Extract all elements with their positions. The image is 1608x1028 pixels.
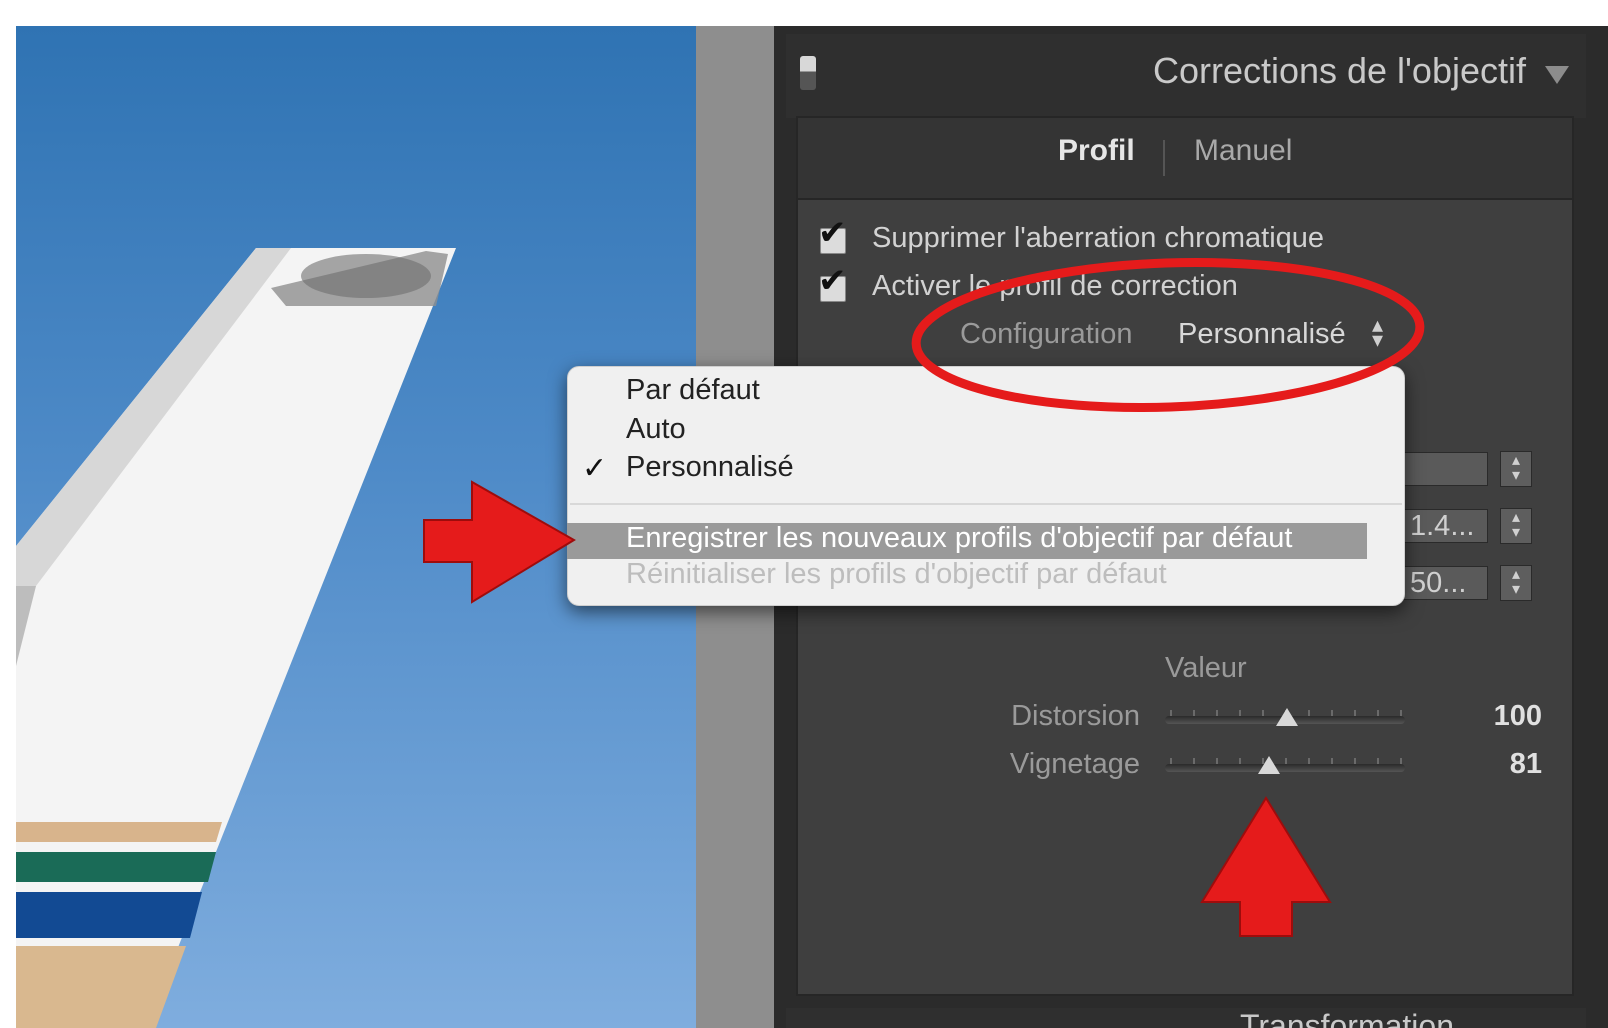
highlight-ellipse: [911, 258, 1425, 412]
arrow-up-icon: [1200, 796, 1332, 937]
arrow-right-icon: [423, 480, 576, 604]
annotation-overlay: [423, 258, 1425, 937]
